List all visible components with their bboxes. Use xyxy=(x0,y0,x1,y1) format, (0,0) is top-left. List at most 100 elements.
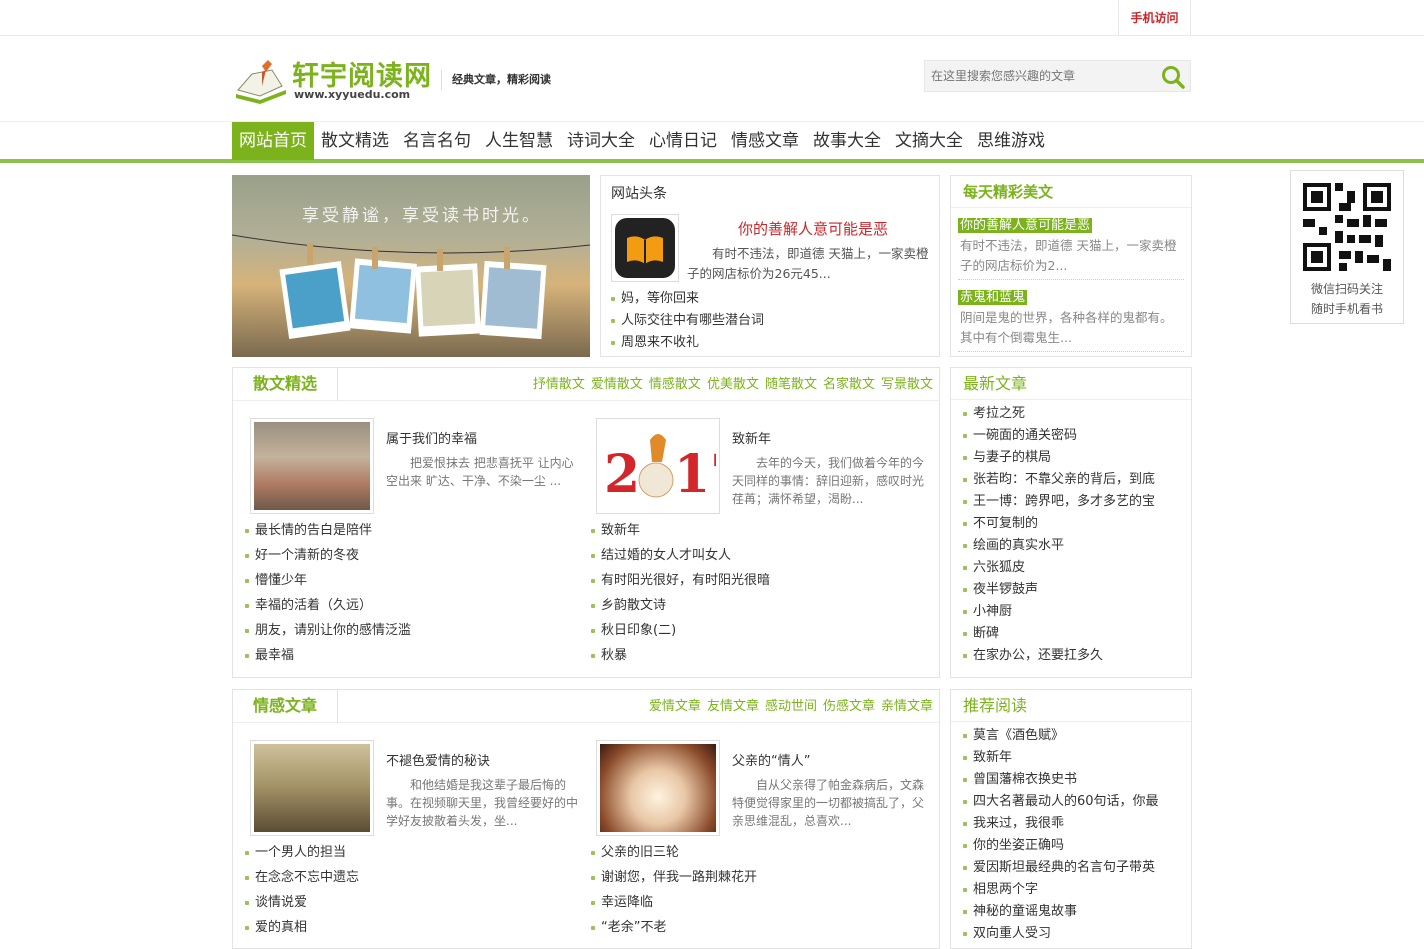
nav-item-wisdom[interactable]: 人生智慧 xyxy=(478,122,560,160)
list-item[interactable]: 张若昀：不靠父亲的背后，到底 xyxy=(961,469,1185,491)
category-link[interactable]: 名家散文 xyxy=(823,377,875,392)
list-item[interactable]: 妈，等你回来 xyxy=(609,288,764,310)
article-thumb[interactable] xyxy=(596,740,720,836)
main-nav: 网站首页 散文精选 名言名句 人生智慧 诗词大全 心情日记 情感文章 故事大全 … xyxy=(0,121,1424,163)
category-link[interactable]: 伤感文章 xyxy=(823,699,875,714)
list-item[interactable]: 不可复制的 xyxy=(961,513,1185,535)
list-item[interactable]: 谈情说爱 xyxy=(243,890,573,915)
list-item[interactable]: 曾国藩棉衣换史书 xyxy=(961,769,1185,791)
category-link[interactable]: 随笔散文 xyxy=(765,377,817,392)
nav-item-quotes[interactable]: 名言名句 xyxy=(396,122,478,160)
logo-book-icon xyxy=(236,60,286,104)
article-desc: 自从父亲得了帕金森病后，文森特便觉得家里的一切都被搞乱了，父亲思维混乱，总喜欢.… xyxy=(732,778,925,828)
list-item[interactable]: 朋友，请别让你的感情泛滥 xyxy=(243,618,573,643)
list-item[interactable]: 结过婚的女人才叫女人 xyxy=(589,543,919,568)
daily-item: 赤鬼和蓝鬼 阴间是鬼的世界，各种各样的鬼都有。其中有个倒霉鬼生... xyxy=(958,286,1184,352)
list-item[interactable]: 有时阳光很好，有时阳光很暗 xyxy=(589,568,919,593)
section-title[interactable]: 情感文章 xyxy=(233,689,339,723)
search-input[interactable] xyxy=(925,61,1150,91)
category-link[interactable]: 写景散文 xyxy=(881,377,933,392)
nav-item-home[interactable]: 网站首页 xyxy=(232,122,314,160)
article-title[interactable]: 不褪色爱情的秘诀 xyxy=(386,750,490,769)
list-item[interactable]: 最长情的告白是陪伴 xyxy=(243,518,573,543)
featured-article: 2 17 致新年 去年的今天，我们做着今年的今天同样的事情：辞旧迎新，感叹时光荏苒… xyxy=(596,418,926,518)
daily-item-title[interactable]: 赤鬼和蓝鬼 xyxy=(958,290,1028,305)
category-link[interactable]: 爱情散文 xyxy=(591,377,643,392)
list-item[interactable]: 谢谢您，伴我一路荆棘花开 xyxy=(589,865,919,890)
list-item[interactable]: 一碗面的通关密码 xyxy=(961,425,1185,447)
list-item[interactable]: 乡韵散文诗 xyxy=(589,593,919,618)
list-item[interactable]: 秋日印象(二) xyxy=(589,618,919,643)
qr-caption-2: 随时手机看书 xyxy=(1310,302,1383,316)
list-item[interactable]: 幸运降临 xyxy=(589,890,919,915)
list-item[interactable]: 一个男人的担当 xyxy=(243,840,573,865)
list-item[interactable]: 考拉之死 xyxy=(961,403,1185,425)
headline-feature-title[interactable]: 你的善解人意可能是恶 xyxy=(693,218,933,239)
list-item[interactable]: 懵懂少年 xyxy=(243,568,573,593)
category-link[interactable]: 爱情文章 xyxy=(649,699,701,714)
nav-item-poetry[interactable]: 诗词大全 xyxy=(560,122,642,160)
article-thumb[interactable] xyxy=(250,418,374,514)
nav-item-emotion[interactable]: 情感文章 xyxy=(724,122,806,160)
list-item[interactable]: 相思两个字 xyxy=(961,879,1185,901)
list-item[interactable]: 致新年 xyxy=(961,747,1185,769)
daily-item-desc: 有时不违法，即道德 天猫上，一家卖橙子的网店标价为2... xyxy=(958,236,1184,280)
banner-image[interactable]: 享受静谧，享受读书时光。 xyxy=(232,175,590,357)
category-link[interactable]: 优美散文 xyxy=(707,377,759,392)
nav-item-games[interactable]: 思维游戏 xyxy=(970,122,1052,160)
list-item[interactable]: 断碑 xyxy=(961,623,1185,645)
category-link[interactable]: 感动世间 xyxy=(765,699,817,714)
list-item[interactable]: 绘画的真实水平 xyxy=(961,535,1185,557)
list-item[interactable]: 爱因斯坦最经典的名言句子带英 xyxy=(961,857,1185,879)
list-item[interactable]: 人际交往中有哪些潜台词 xyxy=(609,310,764,332)
daily-panel: 每天精彩美文 你的善解人意可能是恶 有时不违法，即道德 天猫上，一家卖橙子的网店… xyxy=(950,175,1192,357)
list-item[interactable]: “老余”不老 xyxy=(589,915,919,940)
list-item[interactable]: 父亲的旧三轮 xyxy=(589,840,919,865)
list-item[interactable]: 小神厨 xyxy=(961,601,1185,623)
list-item[interactable]: 秋暴 xyxy=(589,643,919,668)
list-item[interactable]: 你的坐姿正确吗 xyxy=(961,835,1185,857)
daily-item-title[interactable]: 你的善解人意可能是恶 xyxy=(958,218,1093,233)
article-title[interactable]: 致新年 xyxy=(732,428,771,447)
headline-title: 网站头条 xyxy=(611,186,667,202)
article-title[interactable]: 属于我们的幸福 xyxy=(386,428,477,447)
book-app-icon xyxy=(615,218,675,278)
list-item[interactable]: 莫言《酒色赋》 xyxy=(961,725,1185,747)
qr-code-ad[interactable]: 微信扫码关注 随时手机看书 xyxy=(1290,170,1404,324)
article-desc: 去年的今天，我们做着今年的今天同样的事情：辞旧迎新，感叹时光荏苒；满怀希望，渴盼… xyxy=(732,456,925,506)
list-item[interactable]: 幸福的活着（久远） xyxy=(243,593,573,618)
category-link[interactable]: 情感散文 xyxy=(649,377,701,392)
list-item[interactable]: 周恩来不收礼 xyxy=(609,332,764,354)
nav-item-prose[interactable]: 散文精选 xyxy=(314,122,396,160)
list-item[interactable]: 六张狐皮 xyxy=(961,557,1185,579)
article-thumb[interactable] xyxy=(250,740,374,836)
site-logo[interactable]: 轩宇阅读网 www.xyyuedu.com xyxy=(232,52,432,108)
list-item[interactable]: 爱的真相 xyxy=(243,915,573,940)
list-item[interactable]: 我来过，我很乖 xyxy=(961,813,1185,835)
mobile-access-link[interactable]: 手机访问 xyxy=(1118,0,1191,36)
list-item[interactable]: 夜半锣鼓声 xyxy=(961,579,1185,601)
list-item[interactable]: 致新年 xyxy=(589,518,919,543)
headline-thumb[interactable] xyxy=(611,214,679,282)
article-title[interactable]: 父亲的“情人” xyxy=(732,750,810,769)
list-item[interactable]: 四大名著最动人的60句话，你最 xyxy=(961,791,1185,813)
search-icon[interactable] xyxy=(1160,64,1186,90)
list-item[interactable]: 与妻子的棋局 xyxy=(961,447,1185,469)
category-link[interactable]: 抒情散文 xyxy=(533,377,585,392)
section-title[interactable]: 散文精选 xyxy=(233,367,339,401)
list-item[interactable]: 在念念不忘中遗忘 xyxy=(243,865,573,890)
nav-item-diary[interactable]: 心情日记 xyxy=(642,122,724,160)
recommend-title: 推荐阅读 xyxy=(951,690,1191,722)
list-item[interactable]: 王一博：跨界吧，多才多艺的宝 xyxy=(961,491,1185,513)
list-item[interactable]: 在家办公，还要扛多久 xyxy=(961,645,1185,667)
list-item[interactable]: 双向重人受习 xyxy=(961,923,1185,945)
nav-item-digest[interactable]: 文摘大全 xyxy=(888,122,970,160)
article-thumb[interactable]: 2 17 xyxy=(596,418,746,514)
featured-article: 属于我们的幸福 把爱恨抹去 把悲喜抚平 让内心空出来 旷达、干净、不染一尘 ..… xyxy=(250,418,580,518)
category-link[interactable]: 友情文章 xyxy=(707,699,759,714)
list-item[interactable]: 最幸福 xyxy=(243,643,573,668)
category-link[interactable]: 亲情文章 xyxy=(881,699,933,714)
nav-item-stories[interactable]: 故事大全 xyxy=(806,122,888,160)
list-item[interactable]: 神秘的童谣鬼故事 xyxy=(961,901,1185,923)
list-item[interactable]: 好一个清新的冬夜 xyxy=(243,543,573,568)
